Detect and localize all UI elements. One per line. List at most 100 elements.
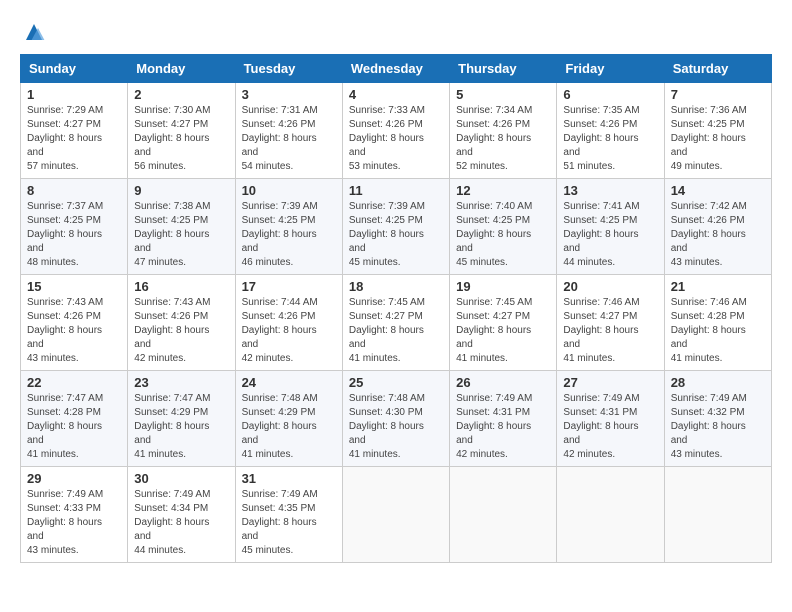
day-number: 16 [134,279,228,294]
day-number: 14 [671,183,765,198]
calendar-cell: 23Sunrise: 7:47 AMSunset: 4:29 PMDayligh… [128,371,235,467]
day-info: Sunrise: 7:43 AMSunset: 4:26 PMDaylight:… [27,296,121,366]
day-info: Sunrise: 7:31 AMSunset: 4:26 PMDaylight:… [242,104,336,174]
calendar-week-row: 22 Sunrise: 7:47 AMSunset: 4:28 PMDayligh… [21,371,772,467]
calendar-cell [664,467,771,563]
day-info: Sunrise: 7:38 AMSunset: 4:25 PMDaylight:… [134,200,228,270]
calendar-cell: 14 Sunrise: 7:42 AMSunset: 4:26 PMDayligh… [664,179,771,275]
calendar-cell: 10 Sunrise: 7:39 AMSunset: 4:25 PMDayligh… [235,179,342,275]
day-number: 11 [349,183,443,198]
calendar-header-row: SundayMondayTuesdayWednesdayThursdayFrid… [21,55,772,83]
calendar-cell: 11 Sunrise: 7:39 AMSunset: 4:25 PMDayligh… [342,179,449,275]
day-number: 29 [27,471,121,486]
day-number: 6 [563,87,657,102]
day-info: Sunrise: 7:39 AMSunset: 4:25 PMDaylight:… [349,200,443,270]
calendar-table: SundayMondayTuesdayWednesdayThursdayFrid… [20,54,772,563]
calendar-cell: 1 Sunrise: 7:29 AMSunset: 4:27 PMDaylight… [21,83,128,179]
day-info: Sunrise: 7:45 AMSunset: 4:27 PMDaylight:… [456,296,550,366]
calendar-cell [342,467,449,563]
day-number: 7 [671,87,765,102]
day-of-week-header: Monday [128,55,235,83]
calendar-week-row: 8 Sunrise: 7:37 AMSunset: 4:25 PMDaylight… [21,179,772,275]
day-info: Sunrise: 7:37 AMSunset: 4:25 PMDaylight:… [27,200,121,270]
day-number: 27 [563,375,657,390]
day-number: 17 [242,279,336,294]
day-number: 1 [27,87,121,102]
day-of-week-header: Friday [557,55,664,83]
calendar-cell: 27 Sunrise: 7:49 AMSunset: 4:31 PMDayligh… [557,371,664,467]
day-number: 22 [27,375,121,390]
day-number: 30 [134,471,228,486]
calendar-cell: 30 Sunrise: 7:49 AMSunset: 4:34 PMDayligh… [128,467,235,563]
day-info: Sunrise: 7:49 AMSunset: 4:33 PMDaylight:… [27,488,121,558]
day-info: Sunrise: 7:36 AMSunset: 4:25 PMDaylight:… [671,104,765,174]
calendar-week-row: 29 Sunrise: 7:49 AMSunset: 4:33 PMDayligh… [21,467,772,563]
day-number: 10 [242,183,336,198]
day-number: 9 [134,183,228,198]
calendar-cell: 3 Sunrise: 7:31 AMSunset: 4:26 PMDaylight… [235,83,342,179]
day-info: Sunrise: 7:46 AMSunset: 4:28 PMDaylight:… [671,296,765,366]
calendar-cell: 24 Sunrise: 7:48 AMSunset: 4:29 PMDayligh… [235,371,342,467]
day-info: Sunrise: 7:40 AMSunset: 4:25 PMDaylight:… [456,200,550,270]
day-info: Sunrise: 7:48 AMSunset: 4:30 PMDaylight:… [349,392,443,462]
day-number: 8 [27,183,121,198]
day-number: 13 [563,183,657,198]
day-info: Sunrise: 7:41 AMSunset: 4:25 PMDaylight:… [563,200,657,270]
day-number: 18 [349,279,443,294]
day-info: Sunrise: 7:47 AMSunset: 4:28 PMDaylight:… [27,392,121,462]
day-number: 21 [671,279,765,294]
calendar-cell: 7 Sunrise: 7:36 AMSunset: 4:25 PMDaylight… [664,83,771,179]
day-of-week-header: Tuesday [235,55,342,83]
day-info: Sunrise: 7:46 AMSunset: 4:27 PMDaylight:… [563,296,657,366]
day-info: Sunrise: 7:42 AMSunset: 4:26 PMDaylight:… [671,200,765,270]
day-info: Sunrise: 7:29 AMSunset: 4:27 PMDaylight:… [27,104,121,174]
calendar-cell: 8 Sunrise: 7:37 AMSunset: 4:25 PMDaylight… [21,179,128,275]
day-number: 15 [27,279,121,294]
calendar-cell: 9 Sunrise: 7:38 AMSunset: 4:25 PMDaylight… [128,179,235,275]
calendar-cell [557,467,664,563]
calendar-cell: 16Sunrise: 7:43 AMSunset: 4:26 PMDayligh… [128,275,235,371]
page-header [20,20,772,44]
calendar-cell: 18Sunrise: 7:45 AMSunset: 4:27 PMDayligh… [342,275,449,371]
day-info: Sunrise: 7:34 AMSunset: 4:26 PMDaylight:… [456,104,550,174]
logo [20,20,46,44]
calendar-cell: 5 Sunrise: 7:34 AMSunset: 4:26 PMDaylight… [450,83,557,179]
day-info: Sunrise: 7:33 AMSunset: 4:26 PMDaylight:… [349,104,443,174]
calendar-cell: 26Sunrise: 7:49 AMSunset: 4:31 PMDayligh… [450,371,557,467]
day-info: Sunrise: 7:39 AMSunset: 4:25 PMDaylight:… [242,200,336,270]
day-number: 24 [242,375,336,390]
day-info: Sunrise: 7:30 AMSunset: 4:27 PMDaylight:… [134,104,228,174]
calendar-cell: 13 Sunrise: 7:41 AMSunset: 4:25 PMDayligh… [557,179,664,275]
day-info: Sunrise: 7:48 AMSunset: 4:29 PMDaylight:… [242,392,336,462]
day-number: 12 [456,183,550,198]
calendar-cell: 12 Sunrise: 7:40 AMSunset: 4:25 PMDayligh… [450,179,557,275]
calendar-cell: 21 Sunrise: 7:46 AMSunset: 4:28 PMDayligh… [664,275,771,371]
day-number: 31 [242,471,336,486]
calendar-week-row: 15 Sunrise: 7:43 AMSunset: 4:26 PMDayligh… [21,275,772,371]
day-info: Sunrise: 7:49 AMSunset: 4:31 PMDaylight:… [563,392,657,462]
calendar-cell: 31Sunrise: 7:49 AMSunset: 4:35 PMDayligh… [235,467,342,563]
calendar-body: 1 Sunrise: 7:29 AMSunset: 4:27 PMDaylight… [21,83,772,563]
day-number: 5 [456,87,550,102]
calendar-cell: 20 Sunrise: 7:46 AMSunset: 4:27 PMDayligh… [557,275,664,371]
calendar-cell: 22 Sunrise: 7:47 AMSunset: 4:28 PMDayligh… [21,371,128,467]
day-number: 20 [563,279,657,294]
day-info: Sunrise: 7:35 AMSunset: 4:26 PMDaylight:… [563,104,657,174]
calendar-cell: 19Sunrise: 7:45 AMSunset: 4:27 PMDayligh… [450,275,557,371]
calendar-cell: 6 Sunrise: 7:35 AMSunset: 4:26 PMDaylight… [557,83,664,179]
day-number: 25 [349,375,443,390]
calendar-cell: 2 Sunrise: 7:30 AMSunset: 4:27 PMDaylight… [128,83,235,179]
calendar-week-row: 1 Sunrise: 7:29 AMSunset: 4:27 PMDaylight… [21,83,772,179]
day-number: 28 [671,375,765,390]
day-number: 3 [242,87,336,102]
day-number: 2 [134,87,228,102]
day-info: Sunrise: 7:49 AMSunset: 4:32 PMDaylight:… [671,392,765,462]
logo-icon [22,20,46,44]
calendar-cell: 15 Sunrise: 7:43 AMSunset: 4:26 PMDayligh… [21,275,128,371]
day-of-week-header: Saturday [664,55,771,83]
calendar-cell [450,467,557,563]
day-info: Sunrise: 7:49 AMSunset: 4:31 PMDaylight:… [456,392,550,462]
day-info: Sunrise: 7:49 AMSunset: 4:34 PMDaylight:… [134,488,228,558]
day-of-week-header: Thursday [450,55,557,83]
day-number: 4 [349,87,443,102]
